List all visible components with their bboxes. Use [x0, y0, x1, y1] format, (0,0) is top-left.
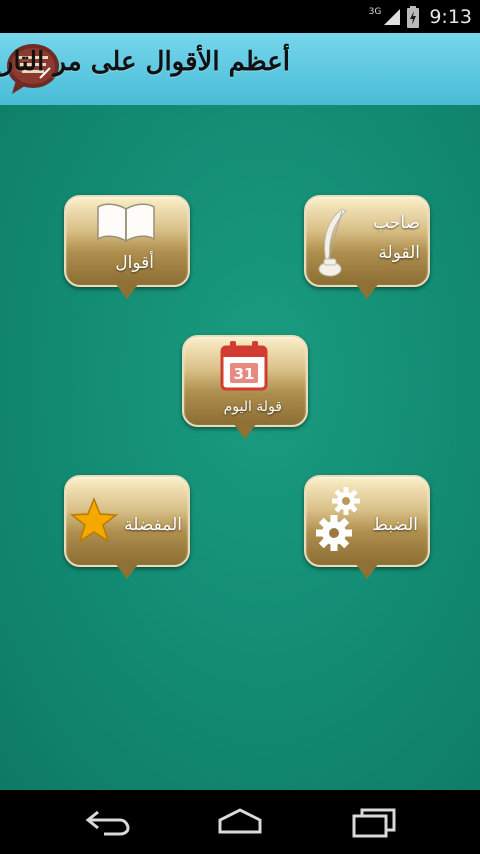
clock: 9:13	[429, 5, 472, 28]
favorites-tile[interactable]: المفضلة	[64, 475, 190, 585]
open-book-icon	[97, 203, 155, 243]
tile-tail	[355, 283, 379, 299]
tile-tail	[355, 563, 379, 579]
navigation-bar	[0, 790, 480, 854]
author-tile[interactable]: صاحب القولة	[304, 195, 430, 305]
tile-tail	[115, 563, 139, 579]
back-icon[interactable]	[76, 804, 136, 840]
quotes-label: أقوال	[115, 253, 154, 273]
favorites-label: المفضلة	[124, 515, 182, 535]
recent-apps-icon[interactable]	[344, 804, 404, 840]
author-label-top: صاحب	[373, 213, 420, 233]
daily-quote-label: قولة اليوم	[223, 399, 282, 415]
calendar-day-number: 31	[234, 365, 255, 383]
quill-inkwell-icon	[318, 208, 347, 277]
star-icon	[70, 497, 118, 543]
home-icon[interactable]	[210, 804, 270, 840]
author-label-bottom: القولة	[378, 243, 420, 263]
calendar-icon: 31	[220, 341, 268, 391]
signal-icon	[384, 8, 401, 25]
app-title: أعظم الأقوال على مر التاريخ	[0, 47, 290, 77]
tile-tail	[233, 423, 257, 439]
network-type-label: 3G	[368, 6, 382, 17]
battery-charging-icon	[407, 5, 420, 28]
tile-tail	[115, 283, 139, 299]
gear-icon	[316, 487, 360, 551]
main-menu: صاحب القولة أقوال 31 قولة اليوم الضبط ال…	[0, 105, 480, 790]
status-icons: 3G 9:13	[369, 0, 472, 33]
quotes-tile[interactable]: أقوال	[64, 195, 190, 305]
action-bar: أعظم الأقوال على مر التاريخ	[0, 33, 480, 105]
settings-label: الضبط	[372, 515, 418, 535]
daily-quote-tile[interactable]: 31 قولة اليوم	[182, 335, 308, 445]
settings-tile[interactable]: الضبط	[304, 475, 430, 585]
status-bar: 3G 9:13	[0, 0, 480, 33]
